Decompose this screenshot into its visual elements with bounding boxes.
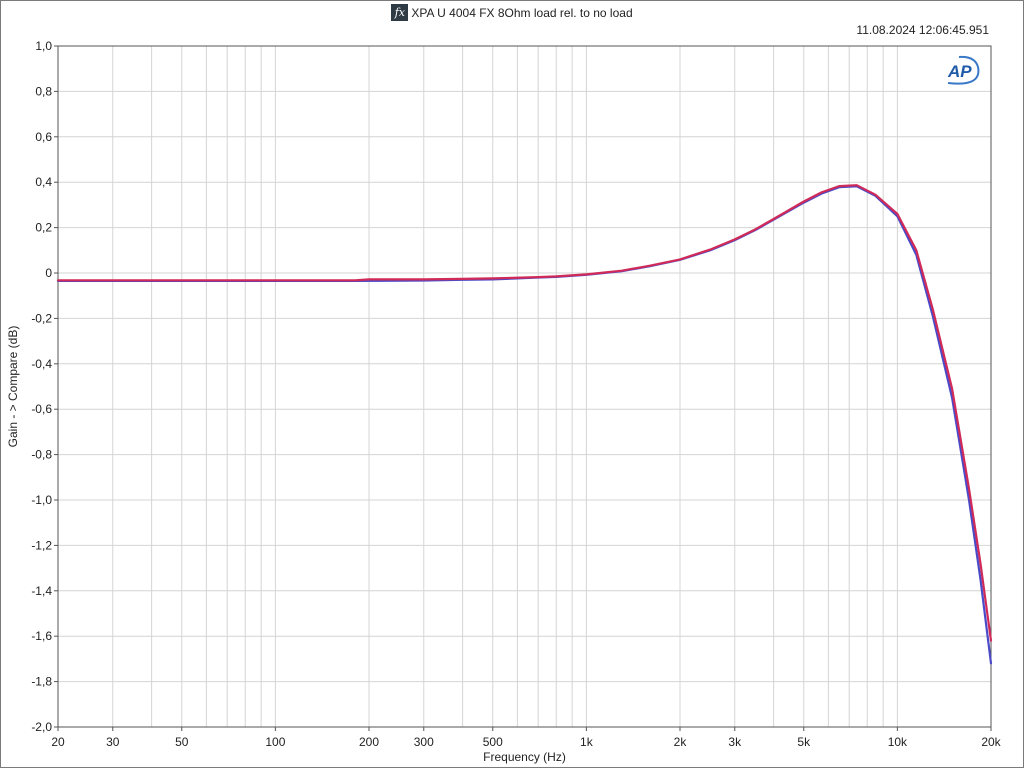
x-tick-label: 2k <box>674 735 688 749</box>
chart-window: fx XPA U 4004 FX 8Ohm load rel. to no loa… <box>0 0 1024 768</box>
x-tick-label: 50 <box>175 735 189 749</box>
y-tick-label: -1,2 <box>31 538 52 552</box>
x-tick-label: 10k <box>888 735 908 749</box>
x-axis-label: Frequency (Hz) <box>483 750 566 764</box>
plot-frame <box>57 45 992 728</box>
y-tick-label: -0,6 <box>31 402 52 416</box>
y-tick-label: 0,8 <box>35 84 52 98</box>
y-tick-label: 0,4 <box>35 175 52 189</box>
y-tick-labels: 1,0 0,8 0,6 0,4 0,2 0 -0,2 -0,4 -0,6 -0,8 -1,0 -1,2… <box>31 39 58 734</box>
series-line-1 <box>56 185 993 665</box>
ap-logo: AP <box>947 55 980 85</box>
y-tick-label: 0 <box>45 266 52 280</box>
y-tick-label: -2,0 <box>31 720 52 734</box>
y-axis-label: Gain - > Compare (dB) <box>6 326 20 448</box>
y-tick-label: 0,2 <box>35 221 52 235</box>
x-tick-label: 300 <box>414 735 434 749</box>
y-tick-label: -0,4 <box>31 357 52 371</box>
y-tick-label: -0,8 <box>31 448 52 462</box>
series-layer <box>56 184 993 665</box>
chart-plot: 1,0 0,8 0,6 0,4 0,2 0 -0,2 -0,4 -0,6 -0,8 -1,0 -1,2… <box>6 39 1002 764</box>
x-tick-label: 5k <box>797 735 811 749</box>
y-tick-label: -1,6 <box>31 629 52 643</box>
series-line-2 <box>56 184 993 642</box>
y-tick-label: -0,2 <box>31 311 52 325</box>
x-tick-label: 500 <box>483 735 503 749</box>
x-tick-label: 100 <box>265 735 285 749</box>
x-tick-label: 3k <box>728 735 742 749</box>
x-tick-label: 30 <box>106 735 120 749</box>
y-tick-label: 0,6 <box>35 130 52 144</box>
y-tick-label: 1,0 <box>35 39 52 53</box>
x-tick-label: 200 <box>359 735 379 749</box>
x-tick-label: 20k <box>981 735 1001 749</box>
y-tick-label: -1,0 <box>31 493 52 507</box>
grid-lines <box>58 46 991 727</box>
y-tick-label: -1,4 <box>31 584 52 598</box>
x-tick-label: 1k <box>580 735 594 749</box>
y-tick-label: -1,8 <box>31 675 52 689</box>
x-tick-label: 20 <box>51 735 65 749</box>
ap-logo-text: AP <box>947 62 972 81</box>
x-tick-labels: 20 30 50 100 200 300 500 1k 2k 3k 5k 10k 20k <box>51 727 1002 749</box>
